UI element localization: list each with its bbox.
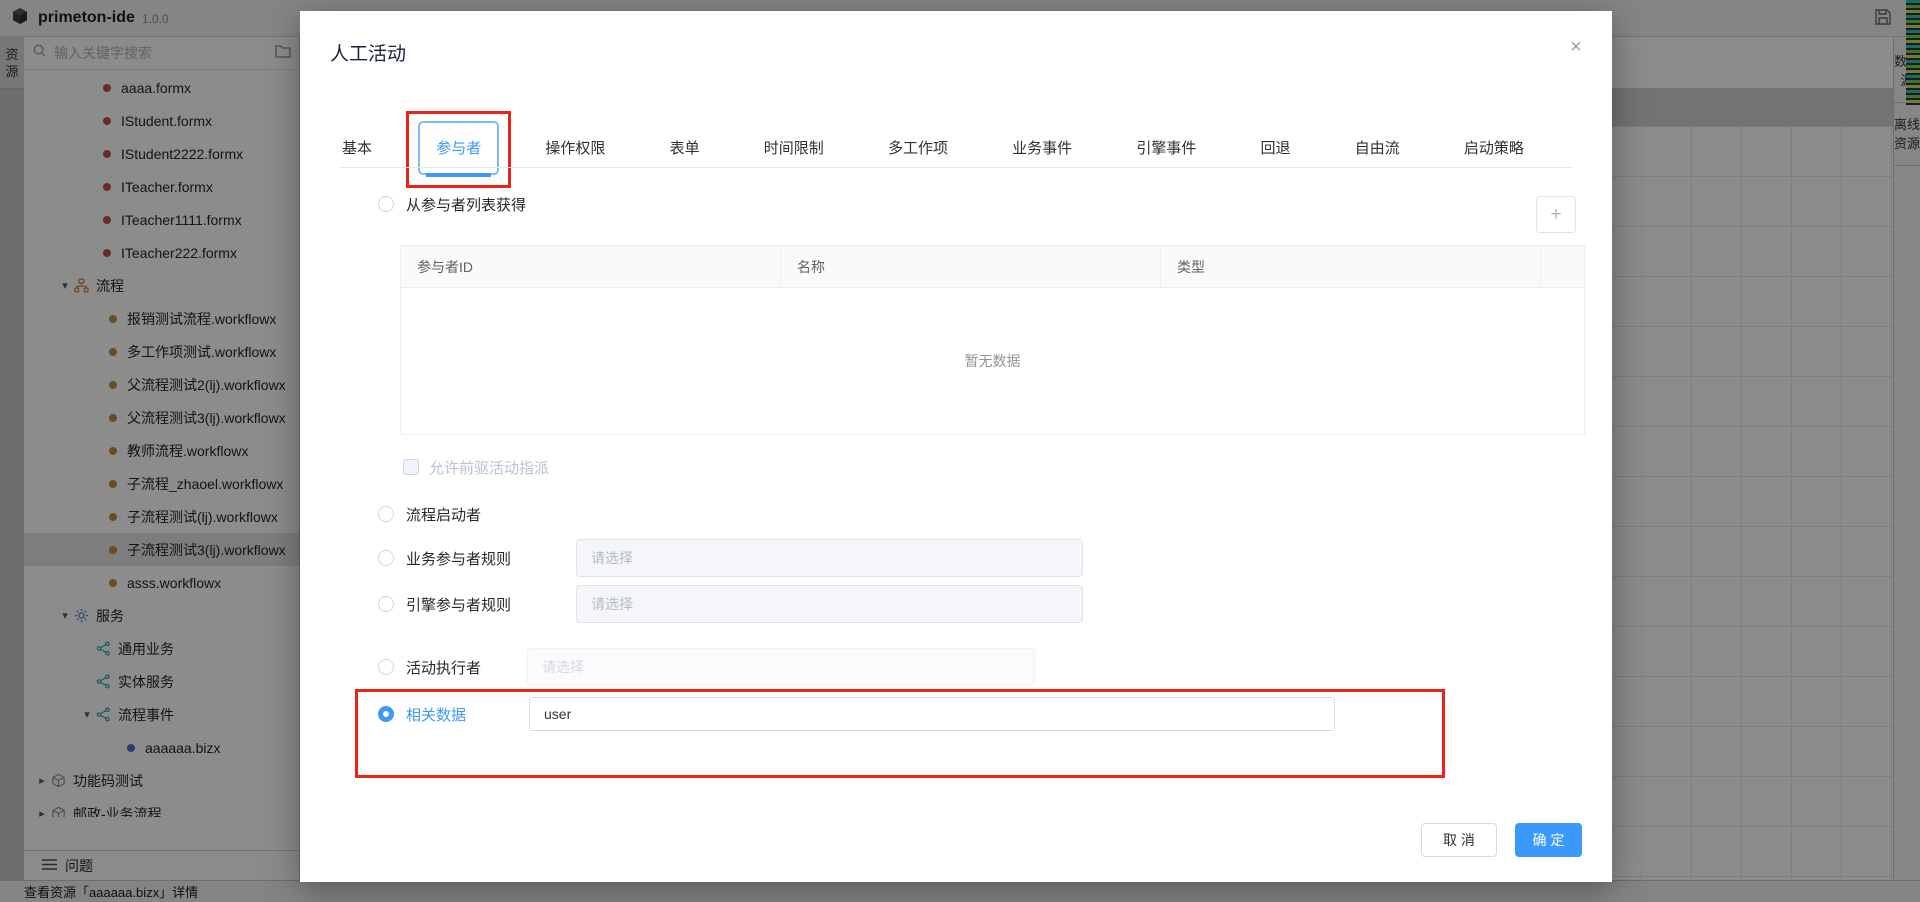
dialog-footer: 取 消 确 定 [1421,823,1582,857]
dialog-tabs: 基本 参与者 操作权限 表单 时间限制 多工作项 业务事件 引擎事件 回退 自由流 启动策略 [340,127,1526,167]
related-data-input[interactable]: user [529,697,1335,731]
process-starter-label: 流程启动者 [406,504,481,525]
column-type: 类型 [1161,246,1541,287]
tabs-divider [340,167,1572,168]
allow-predecessor-assign-checkbox[interactable] [403,459,419,475]
tab-3[interactable]: 表单 [668,133,702,162]
business-participant-rule-select[interactable]: 请选择 [576,539,1083,577]
activity-executor-select: 请选择 [527,648,1035,686]
tab-6[interactable]: 业务事件 [1010,133,1074,162]
allow-predecessor-assign-row: 允许前驱活动指派 [403,457,549,477]
engine-participant-rule-label: 引擎参与者规则 [406,594,511,615]
business-participant-rule-radio[interactable] [378,550,394,566]
business-participant-rule-row[interactable]: 业务参与者规则 请选择 [378,539,1478,577]
participant-list-radio[interactable] [378,196,394,212]
tab-4[interactable]: 时间限制 [762,133,826,162]
add-participant-button[interactable]: + [1536,196,1576,233]
confirm-button[interactable]: 确 定 [1515,823,1582,857]
tab-participants[interactable]: 参与者 [434,133,483,162]
related-data-label: 相关数据 [406,704,466,725]
business-participant-rule-label: 业务参与者规则 [406,548,511,569]
participants-table: 参与者ID 名称 类型 暂无数据 [400,245,1585,435]
tab-9[interactable]: 自由流 [1353,133,1402,162]
participant-list-row[interactable]: 从参与者列表获得 [378,185,526,223]
related-data-row[interactable]: 相关数据 user [378,695,1478,733]
activity-executor-label: 活动执行者 [406,657,481,678]
engine-participant-rule-radio[interactable] [378,596,394,612]
close-icon[interactable]: × [1564,35,1588,59]
cancel-button[interactable]: 取 消 [1421,823,1497,857]
activity-executor-radio[interactable] [378,659,394,675]
engine-participant-rule-row[interactable]: 引擎参与者规则 请选择 [378,585,1478,623]
tab-8[interactable]: 回退 [1259,133,1293,162]
table-header: 参与者ID 名称 类型 [401,246,1584,288]
column-participant-id: 参与者ID [401,246,781,287]
table-empty-state: 暂无数据 [401,288,1584,434]
related-data-radio[interactable] [378,706,394,722]
activity-executor-row[interactable]: 活动执行者 请选择 [378,648,1478,686]
manual-activity-dialog: 人工活动 × 基本 参与者 操作权限 表单 时间限制 多工作项 业务事件 引擎事件 回退 自由流 启… [300,11,1612,882]
tab-0[interactable]: 基本 [340,133,374,162]
tab-7[interactable]: 引擎事件 [1134,133,1198,162]
tab-2[interactable]: 操作权限 [543,133,607,162]
process-starter-row[interactable]: 流程启动者 [378,495,481,533]
engine-participant-rule-select[interactable]: 请选择 [576,585,1083,623]
participant-list-label: 从参与者列表获得 [406,194,526,215]
allow-predecessor-assign-label: 允许前驱活动指派 [429,457,549,478]
tab-10[interactable]: 启动策略 [1462,133,1526,162]
column-actions [1541,246,1584,287]
process-starter-radio[interactable] [378,506,394,522]
annotation-red-box-tab [406,111,511,188]
column-name: 名称 [781,246,1161,287]
dialog-title: 人工活动 [330,39,406,66]
tab-5[interactable]: 多工作项 [886,133,950,162]
